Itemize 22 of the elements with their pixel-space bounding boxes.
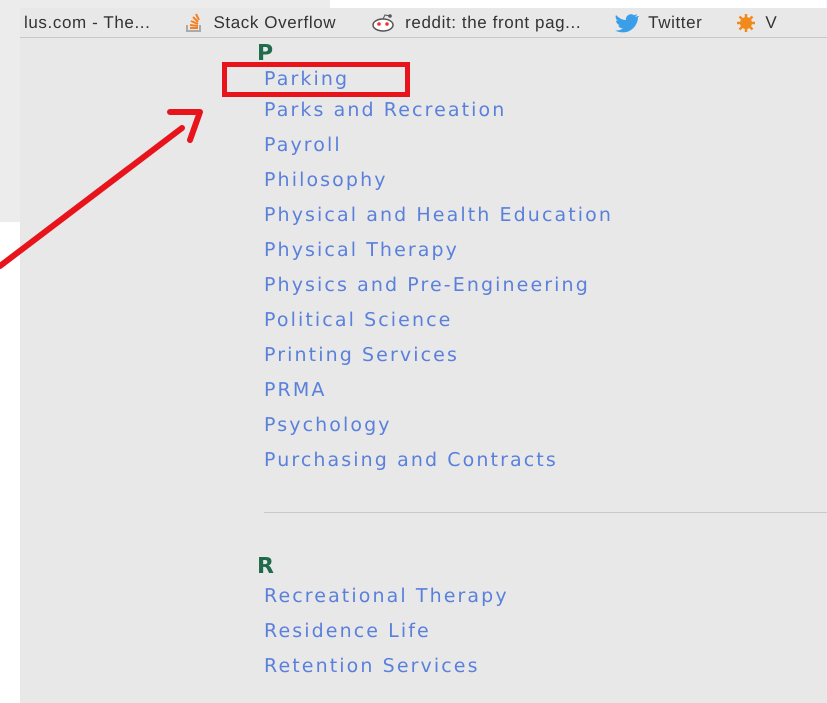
letter-heading: R <box>256 555 275 579</box>
bird-icon <box>615 12 640 32</box>
directory-link[interactable]: Residence Life <box>264 614 431 649</box>
directory-link[interactable]: Recreational Therapy <box>264 579 509 614</box>
directory-link[interactable]: Purchasing and Contracts <box>264 443 558 478</box>
directory-link[interactable]: Physical Therapy <box>264 233 460 268</box>
directory-link[interactable]: Physics and Pre-Engineering <box>264 268 590 303</box>
bookmark-link[interactable]: V <box>736 12 778 32</box>
directory-link[interactable]: Printing Services <box>264 338 459 373</box>
alien-icon <box>370 12 396 32</box>
bookmark-link[interactable]: reddit: the front pag... <box>370 12 582 32</box>
directory-link[interactable]: Payroll <box>264 128 342 163</box>
bookmark-link[interactable]: Stack Overflow <box>184 12 336 32</box>
directory-link[interactable]: Retention Services <box>264 649 480 684</box>
directory-link[interactable]: Philosophy <box>264 163 388 198</box>
bookmark-link[interactable]: lus.com - The... <box>24 12 150 32</box>
directory-link[interactable]: Psychology <box>264 408 392 443</box>
directory-link[interactable]: PRMA <box>264 373 326 408</box>
bookmark-link[interactable]: Twitter <box>615 12 702 32</box>
directory-link[interactable]: Political Science <box>264 303 452 338</box>
directory-link[interactable]: Physical and Health Education <box>264 198 614 233</box>
gear-icon <box>736 12 756 32</box>
